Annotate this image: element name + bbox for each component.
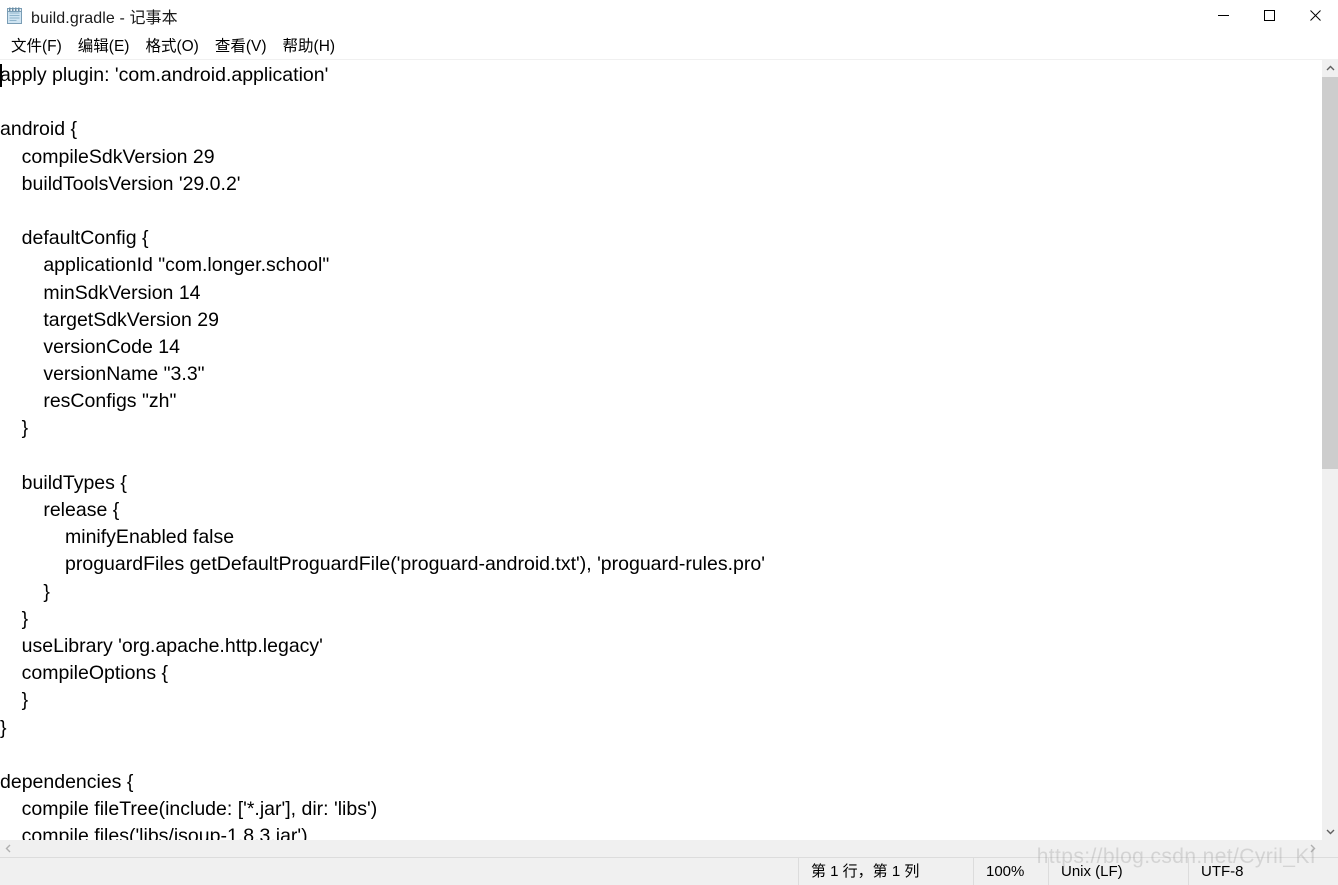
code-line: compile fileTree(include: ['*.jar'], dir… xyxy=(0,798,378,821)
code-line: } xyxy=(0,716,7,739)
menu-edit[interactable]: 编辑(E) xyxy=(70,31,138,60)
window-title: build.gradle - 记事本 xyxy=(31,9,178,27)
editor-area: apply plugin: 'com.android.application' a… xyxy=(0,60,1338,840)
code-line: versionName "3.3" xyxy=(0,363,205,386)
scroll-right-icon[interactable] xyxy=(1304,840,1321,857)
vertical-scroll-track[interactable] xyxy=(1322,77,1338,823)
code-line: useLibrary 'org.apache.http.legacy' xyxy=(0,634,323,657)
menu-bar: 文件(F) 编辑(E) 格式(O) 查看(V) 帮助(H) xyxy=(0,31,1338,60)
vertical-scrollbar[interactable] xyxy=(1321,60,1338,840)
scroll-left-icon[interactable] xyxy=(0,840,17,857)
code-line: } xyxy=(0,417,29,440)
horizontal-scroll-thumb[interactable] xyxy=(17,840,944,857)
text-editor[interactable]: apply plugin: 'com.android.application' a… xyxy=(0,60,1321,840)
code-line: minifyEnabled false xyxy=(0,526,235,549)
menu-format[interactable]: 格式(O) xyxy=(137,31,206,60)
menu-help[interactable]: 帮助(H) xyxy=(275,31,344,60)
code-line: resConfigs "zh" xyxy=(0,390,177,413)
code-line: } xyxy=(0,607,29,630)
status-line-ending: Unix (LF) xyxy=(1048,858,1188,885)
status-encoding: UTF-8 xyxy=(1188,858,1338,885)
code-line: android { xyxy=(0,118,77,141)
status-bar: 第 1 行，第 1 列 100% Unix (LF) UTF-8 xyxy=(0,857,1338,885)
menu-view[interactable]: 查看(V) xyxy=(207,31,275,60)
horizontal-scroll-track[interactable] xyxy=(17,840,1304,857)
code-line: versionCode 14 xyxy=(0,335,180,358)
scroll-down-icon[interactable] xyxy=(1322,823,1338,840)
code-line: buildToolsVersion '29.0.2' xyxy=(0,172,241,195)
close-button[interactable] xyxy=(1292,0,1338,31)
code-line: compile files('libs/jsoup-1.8.3.jar') xyxy=(0,825,308,840)
code-line: } xyxy=(0,689,29,712)
window-controls xyxy=(1200,0,1338,31)
vertical-scroll-thumb[interactable] xyxy=(1322,77,1338,469)
code-line: dependencies { xyxy=(0,770,134,793)
code-line: defaultConfig { xyxy=(0,227,149,250)
title-bar[interactable]: build.gradle - 记事本 xyxy=(0,0,1338,31)
scroll-up-icon[interactable] xyxy=(1322,60,1338,77)
code-line: compileSdkVersion 29 xyxy=(0,145,215,168)
maximize-button[interactable] xyxy=(1246,0,1292,31)
menu-file[interactable]: 文件(F) xyxy=(3,31,70,60)
status-cursor-position: 第 1 行，第 1 列 xyxy=(798,858,973,885)
minimize-button[interactable] xyxy=(1200,0,1246,31)
code-line: targetSdkVersion 29 xyxy=(0,308,219,331)
notepad-icon xyxy=(6,7,24,25)
status-zoom-level: 100% xyxy=(973,858,1048,885)
code-line: proguardFiles getDefaultProguardFile('pr… xyxy=(0,553,765,576)
scroll-corner xyxy=(1321,840,1338,857)
code-line: buildTypes { xyxy=(0,471,127,494)
code-line: apply plugin: 'com.android.application' xyxy=(0,64,329,86)
code-line: compileOptions { xyxy=(0,662,168,685)
text-caret xyxy=(0,64,2,87)
code-line: applicationId "com.longer.school" xyxy=(0,254,330,277)
notepad-window: build.gradle - 记事本 文件(F) 编辑(E) 格式(O) 查看(… xyxy=(0,0,1338,885)
code-line: release { xyxy=(0,499,120,521)
code-line: } xyxy=(0,580,50,603)
code-line: minSdkVersion 14 xyxy=(0,281,201,304)
horizontal-scrollbar[interactable] xyxy=(0,840,1338,857)
